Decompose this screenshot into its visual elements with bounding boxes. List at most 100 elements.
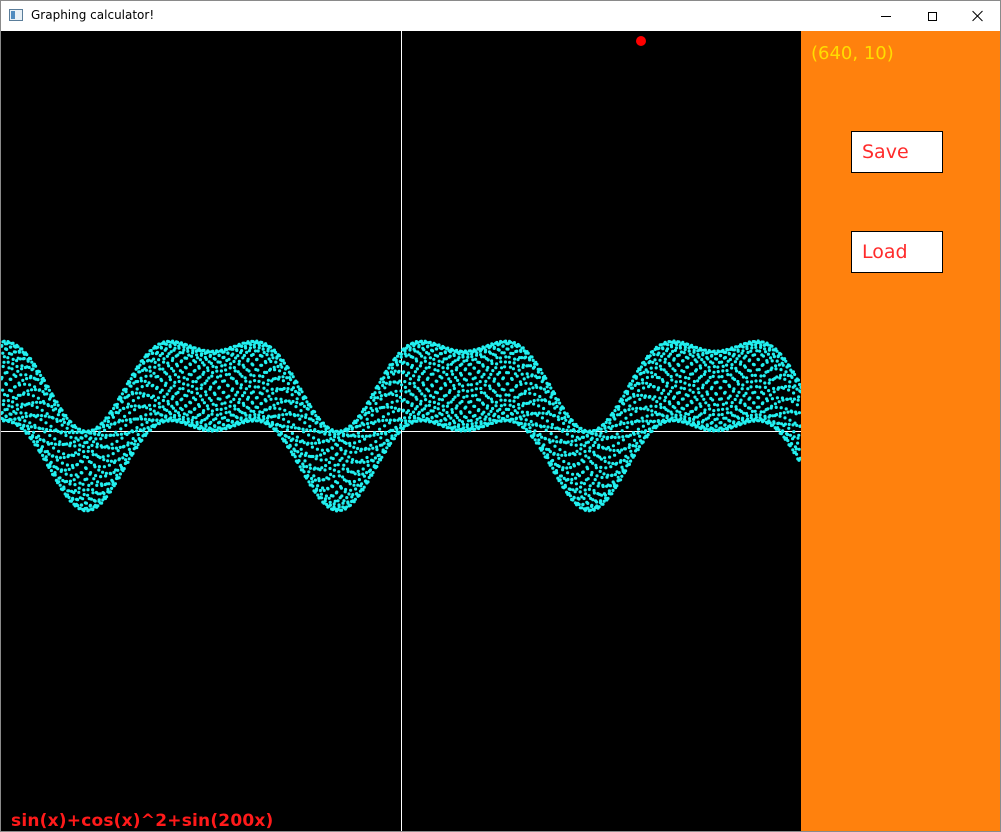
curve-point xyxy=(390,400,394,404)
curve-point xyxy=(1,375,4,380)
curve-point xyxy=(788,364,792,368)
curve-point xyxy=(100,501,104,505)
curve-point xyxy=(568,494,573,498)
curve-point xyxy=(113,459,117,463)
curve-point xyxy=(337,505,341,509)
curve-point xyxy=(317,441,321,445)
curve-point xyxy=(220,364,224,368)
curve-point xyxy=(399,389,403,393)
curve-point xyxy=(139,379,143,383)
curve-point xyxy=(44,421,48,425)
close-button[interactable] xyxy=(955,1,1000,31)
curve-point xyxy=(56,413,61,417)
curve-point xyxy=(161,367,165,371)
curve-point xyxy=(218,397,222,401)
curve-point xyxy=(645,375,650,380)
curve-point xyxy=(662,388,666,392)
load-button[interactable]: Load xyxy=(851,231,943,273)
curve-point xyxy=(355,418,359,422)
curve-point xyxy=(102,491,106,496)
curve-point xyxy=(636,431,640,435)
curve-point xyxy=(508,360,512,364)
curve-point xyxy=(229,400,233,404)
curve-point xyxy=(648,359,652,363)
curve-point xyxy=(503,365,507,369)
curve-point xyxy=(524,381,528,385)
curve-point xyxy=(484,379,488,383)
curve-point xyxy=(412,381,416,385)
curve-point xyxy=(396,354,400,358)
curve-point xyxy=(198,358,202,362)
curve-point xyxy=(60,461,64,465)
curve-point xyxy=(730,401,734,405)
curve-point xyxy=(723,390,727,394)
curve-point xyxy=(80,436,84,440)
curve-point xyxy=(413,416,417,420)
curve-point xyxy=(626,456,630,460)
curve-point xyxy=(672,395,677,399)
side-panel: (640, 10) Save Load xyxy=(801,31,1000,831)
curve-point xyxy=(53,403,57,407)
curve-point xyxy=(670,416,674,420)
curve-point xyxy=(640,378,645,382)
curve-point xyxy=(205,404,209,408)
curve-point xyxy=(469,419,473,423)
save-button[interactable]: Save xyxy=(851,131,943,173)
curve-point xyxy=(683,381,687,385)
graph-canvas[interactable]: sin(x)+cos(x)^2+sin(200x) xyxy=(1,31,801,831)
curve-point xyxy=(643,394,648,398)
app-window: Graphing calculator! sin(x)+cos(x)^2+sin… xyxy=(0,0,1001,832)
curve-point xyxy=(557,464,561,468)
curve-point xyxy=(629,382,633,386)
curve-point xyxy=(782,373,787,377)
curve-point xyxy=(607,461,611,465)
curve-point xyxy=(23,382,27,386)
maximize-icon xyxy=(927,11,937,21)
curve-point xyxy=(706,379,710,383)
curve-point xyxy=(506,414,510,418)
curve-point xyxy=(303,459,307,463)
curve-point xyxy=(531,423,535,427)
curve-point xyxy=(511,367,515,371)
curve-point xyxy=(603,493,608,497)
curve-point xyxy=(232,359,236,364)
curve-point xyxy=(202,370,206,374)
curve-point xyxy=(270,387,274,391)
curve-point xyxy=(187,389,191,393)
curve-point xyxy=(527,422,531,426)
minimize-button[interactable] xyxy=(863,1,909,31)
curve-point xyxy=(711,374,715,378)
maximize-button[interactable] xyxy=(909,1,955,31)
curve-point xyxy=(300,452,304,456)
title-bar[interactable]: Graphing calculator! xyxy=(1,1,1000,31)
curve-point xyxy=(612,448,616,453)
curve-point xyxy=(630,386,635,390)
curve-point xyxy=(573,453,577,457)
curve-point xyxy=(744,391,748,395)
curve-point xyxy=(448,388,452,393)
curve-point xyxy=(526,375,530,379)
curve-point xyxy=(1,388,5,392)
curve-point xyxy=(603,426,607,430)
curve-point xyxy=(356,483,360,487)
curve-point xyxy=(424,366,428,370)
curve-point xyxy=(435,347,439,351)
curve-point xyxy=(182,382,186,386)
curve-point xyxy=(704,401,708,405)
curve-point xyxy=(371,459,375,463)
curve-point xyxy=(432,395,436,399)
curve-point xyxy=(447,377,451,381)
curve-point xyxy=(160,379,164,383)
curve-point xyxy=(256,349,260,353)
curve-point xyxy=(402,398,406,402)
curve-point xyxy=(761,363,765,367)
curve-point xyxy=(622,458,626,462)
curve-point xyxy=(699,366,703,370)
curve-point xyxy=(382,376,386,380)
curve-point xyxy=(601,446,606,450)
curve-point xyxy=(100,433,104,437)
curve-point xyxy=(60,408,64,412)
curve-point xyxy=(135,429,139,433)
curve-point xyxy=(628,443,632,447)
curve-point xyxy=(594,466,599,470)
